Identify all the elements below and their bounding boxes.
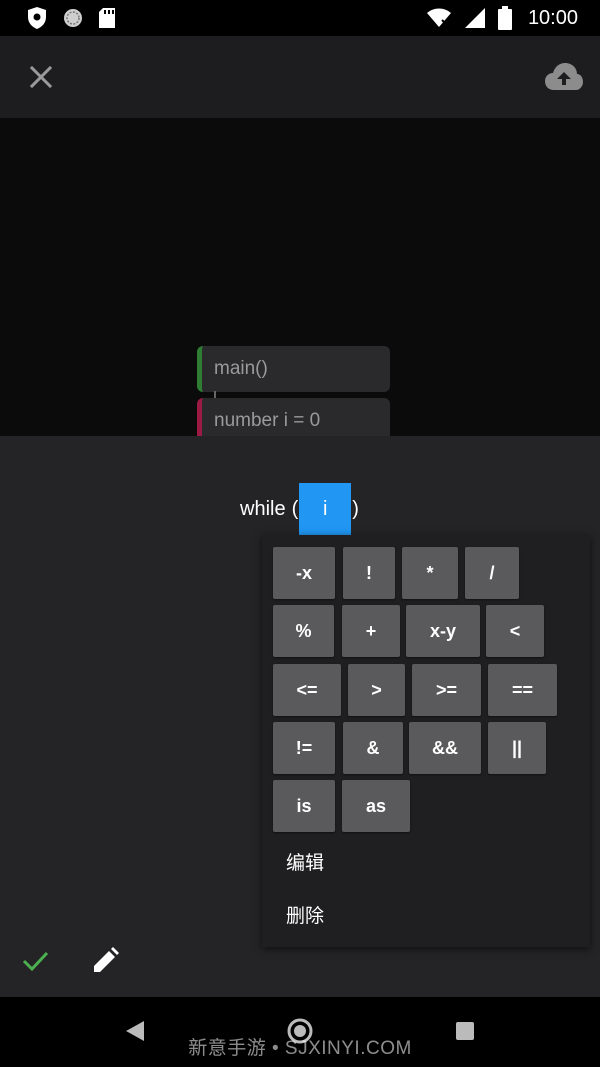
sd-card-icon — [99, 8, 115, 28]
operator-greater-than-button[interactable]: > — [348, 664, 405, 716]
operator-equal-button[interactable]: == — [488, 664, 557, 716]
close-icon[interactable] — [26, 62, 56, 92]
expression-slot[interactable]: i — [299, 483, 352, 535]
operator-not-button[interactable]: ! — [343, 547, 395, 599]
app-bar — [0, 36, 600, 118]
battery-icon — [497, 6, 512, 30]
nav-bar: 新意手游 • SJXINYI.COM — [0, 997, 600, 1067]
operator-less-than-button[interactable]: < — [486, 605, 544, 657]
status-bar: 10:00 — [0, 0, 600, 36]
expression-editor: while ( i ) — [240, 483, 359, 535]
code-block-main[interactable]: main() — [197, 346, 390, 392]
code-block-label: number i = 0 — [214, 410, 321, 431]
signal-icon — [464, 8, 485, 28]
operator-modulo-button[interactable]: % — [273, 605, 334, 657]
operator-as-button[interactable]: as — [342, 780, 410, 832]
status-time: 10:00 — [527, 6, 578, 29]
operator-negate-button[interactable]: -x — [273, 547, 335, 599]
pencil-icon[interactable] — [90, 946, 120, 976]
editor-panel: while ( i ) -x ! * / % + x-y < <= > >= =… — [0, 436, 600, 997]
menu-item-delete[interactable]: 删除 — [286, 901, 324, 928]
operator-logical-and-button[interactable]: && — [409, 722, 481, 774]
wifi-icon — [426, 8, 451, 27]
cloud-upload-icon[interactable] — [544, 60, 584, 94]
close-paren: ) — [352, 497, 359, 520]
operator-not-equal-button[interactable]: != — [273, 722, 335, 774]
shield-icon — [28, 7, 46, 29]
check-icon[interactable] — [20, 946, 50, 976]
operator-bitwise-and-button[interactable]: & — [343, 722, 403, 774]
operator-subtract-button[interactable]: x-y — [406, 605, 480, 657]
watermark: 新意手游 • SJXINYI.COM — [188, 1038, 412, 1059]
operator-divide-button[interactable]: / — [465, 547, 519, 599]
operator-popup: -x ! * / % + x-y < <= > >= == != & && ||… — [262, 535, 590, 947]
operator-add-button[interactable]: + — [342, 605, 400, 657]
operator-logical-or-button[interactable]: || — [488, 722, 546, 774]
operator-less-equal-button[interactable]: <= — [273, 664, 341, 716]
expression-keyword: while — [240, 497, 286, 520]
operator-multiply-button[interactable]: * — [402, 547, 458, 599]
operator-greater-equal-button[interactable]: >= — [412, 664, 481, 716]
operator-is-button[interactable]: is — [273, 780, 335, 832]
code-block-label: main() — [214, 358, 268, 379]
menu-item-edit[interactable]: 编辑 — [286, 848, 324, 875]
code-canvas[interactable]: main() number i = 0 — [0, 118, 600, 444]
open-paren: ( — [291, 497, 299, 520]
circle-icon — [64, 9, 82, 27]
